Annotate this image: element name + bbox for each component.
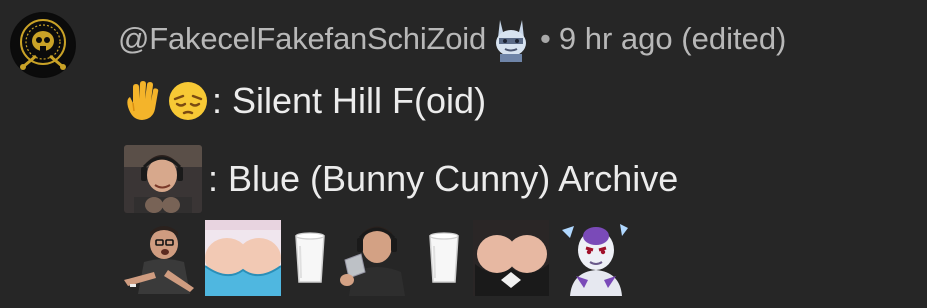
streamer-portrait-image bbox=[124, 145, 202, 213]
drinking-man-sticker-icon bbox=[340, 226, 405, 296]
raised-hand-emoji-icon bbox=[127, 81, 159, 120]
bunny-girl-sticker-icon bbox=[205, 220, 281, 296]
milk-glass-sticker-icon bbox=[429, 232, 459, 283]
pensive-face-emoji-icon bbox=[169, 82, 207, 120]
comment-line-2: : Blue (Bunny Cunny) Archive bbox=[124, 145, 678, 213]
skull-emblem-icon bbox=[11, 13, 75, 77]
pointing-man-sticker-icon bbox=[124, 226, 194, 294]
comment-line-1: : Silent Hill F(oid) bbox=[120, 74, 486, 128]
milk-glass-sticker-icon bbox=[295, 232, 325, 283]
avatar[interactable] bbox=[10, 12, 76, 78]
frieza-sticker-icon bbox=[562, 224, 628, 296]
meta-separator: • bbox=[540, 21, 551, 56]
comment-timestamp: 9 hr ago (edited) bbox=[558, 21, 787, 56]
comment-line-2-text: : Blue (Bunny Cunny) Archive bbox=[208, 158, 679, 199]
username-link[interactable]: @FakecelFakefanSchiZoid bbox=[118, 21, 486, 57]
comment: @FakecelFakefanSchiZoid • 9 hr ago (edit… bbox=[0, 0, 927, 308]
sticker-row bbox=[124, 218, 643, 298]
comment-header: @FakecelFakefanSchiZoid • 9 hr ago (edit… bbox=[118, 14, 786, 64]
bunny-girl-sticker-icon bbox=[473, 220, 549, 296]
comment-line-1-text: : Silent Hill F(oid) bbox=[212, 80, 487, 121]
rabbit-flair-icon bbox=[488, 16, 535, 62]
